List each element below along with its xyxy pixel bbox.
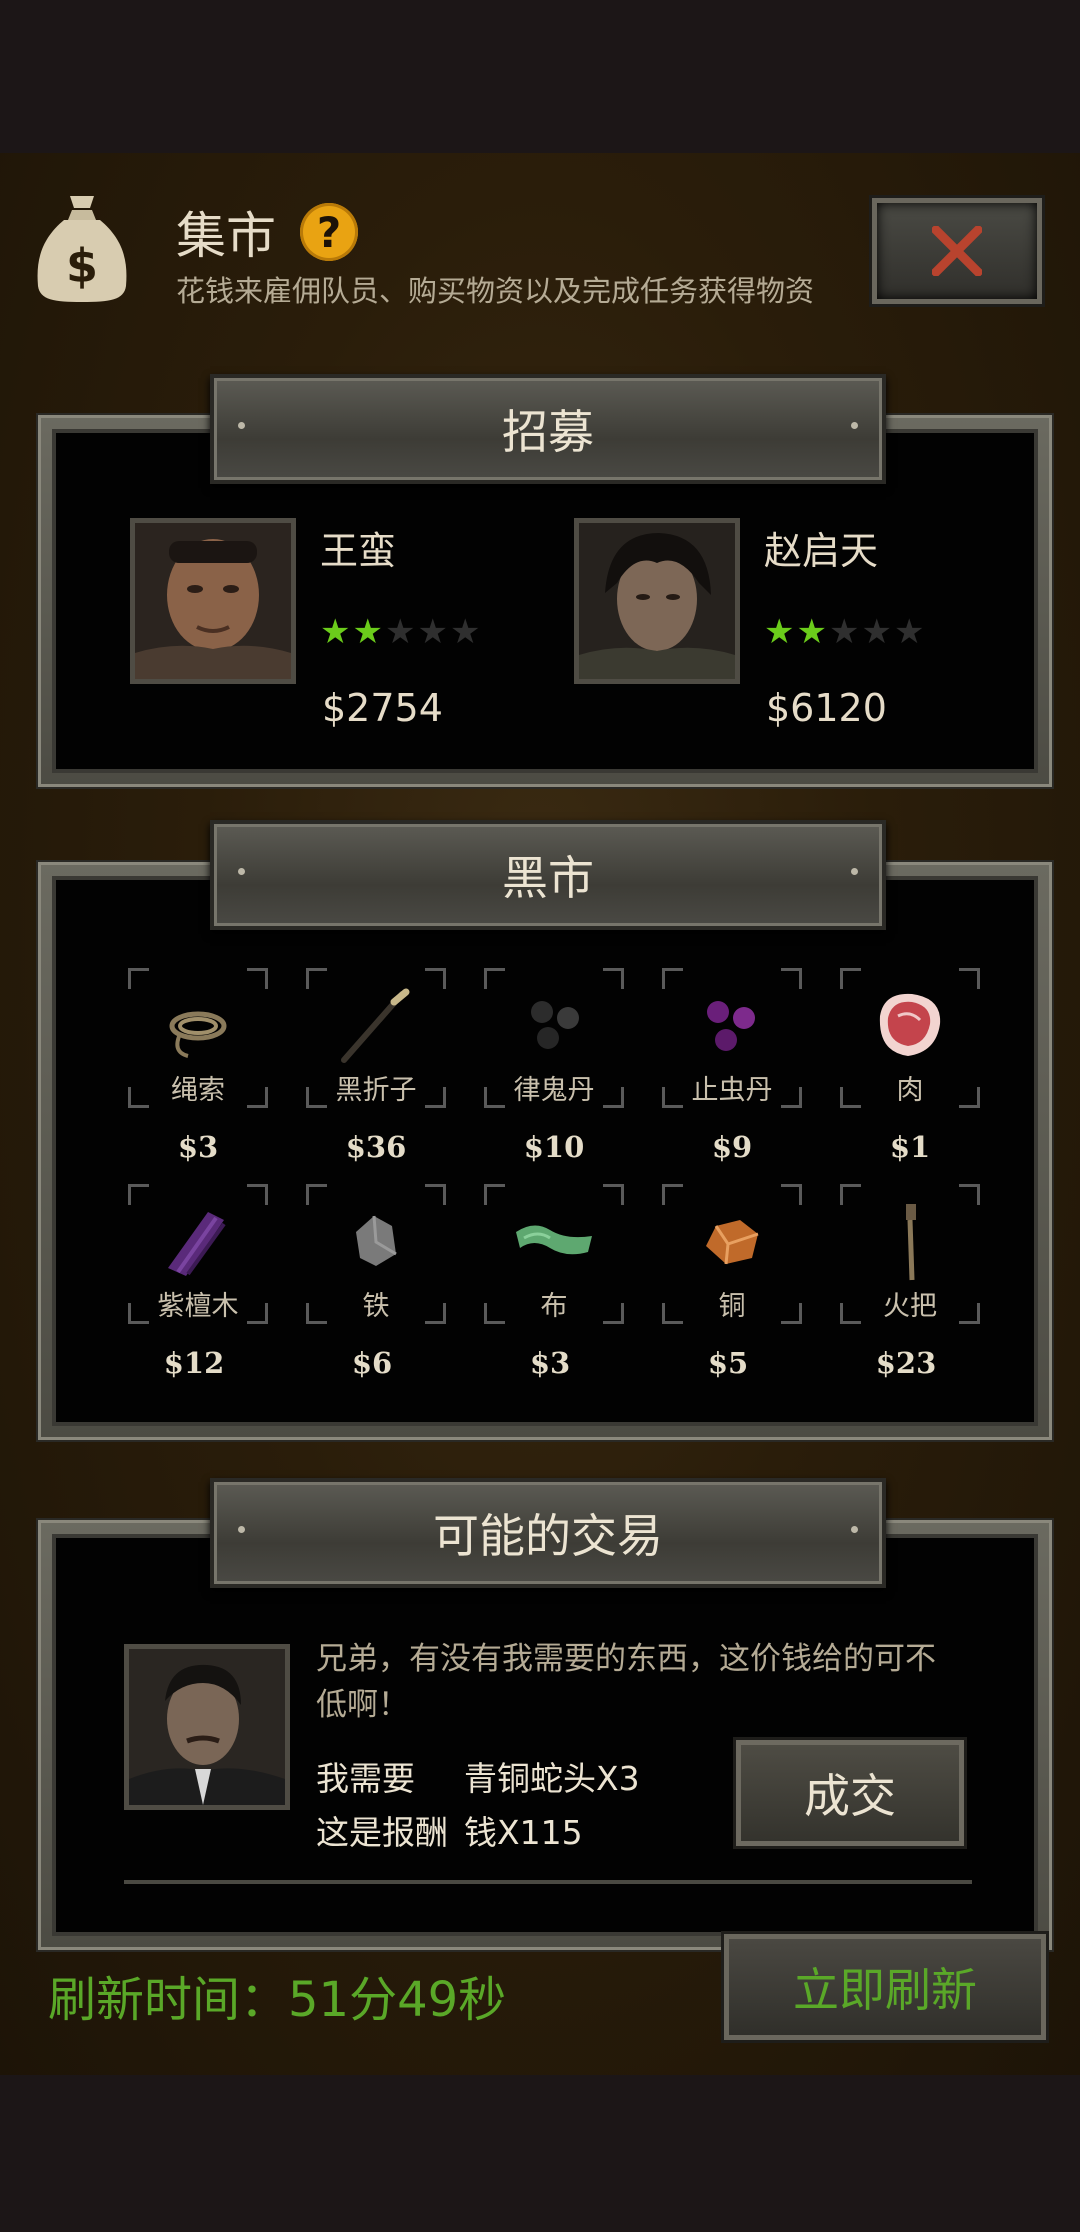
market-item-torch[interactable]: 火把 [840, 1184, 980, 1324]
item-price: $3 [529, 1346, 571, 1380]
recruit-price-1: $2754 [322, 686, 443, 730]
recruit-name-2: 赵启天 [764, 529, 879, 573]
item-price: $6 [351, 1346, 393, 1380]
item-price: $10 [523, 1130, 585, 1164]
page-title: 集市 [176, 207, 276, 265]
star-empty-icon: ★ [449, 612, 483, 652]
black-pills-icon [531, 1001, 579, 1049]
refresh-timer: 刷新时间：51分49秒 [48, 1972, 507, 2028]
item-name: 火把 [883, 1291, 937, 1322]
market-item-copper[interactable]: 铜 [662, 1184, 802, 1324]
recruit-face-2 [579, 523, 735, 679]
purple-wood-icon [168, 1212, 226, 1276]
deal-button[interactable]: 成交 [736, 1740, 964, 1846]
trade-section-title: 可能的交易 [210, 1478, 886, 1588]
torch-icon [906, 1204, 916, 1281]
svg-text:$: $ [66, 239, 98, 293]
trader-face [129, 1649, 285, 1805]
star-icon: ★ [352, 612, 385, 652]
need-value: 青铜蛇头X3 [464, 1759, 640, 1798]
item-name: 布 [540, 1291, 568, 1322]
recruit-stars-1: ★★★★★ [320, 612, 482, 652]
star-icon: ★ [796, 612, 829, 652]
recruit-price-2: $6120 [766, 686, 887, 730]
item-name: 律鬼丹 [513, 1075, 595, 1106]
help-icon[interactable]: ? [300, 203, 358, 261]
top-status-area [0, 0, 1080, 153]
star-empty-icon: ★ [384, 612, 418, 652]
item-name: 黑折子 [335, 1075, 417, 1106]
item-price: $23 [875, 1346, 937, 1380]
close-icon [932, 226, 982, 276]
item-name: 绳索 [171, 1075, 225, 1106]
item-name: 铁 [362, 1291, 390, 1322]
copper-ore-icon [706, 1220, 759, 1265]
page-subtitle: 花钱来雇佣队员、购买物资以及完成任务获得物资 [176, 274, 815, 308]
money-bag-icon: $ [37, 196, 127, 302]
fire-stick-icon [341, 988, 410, 1063]
item-name: 铜 [718, 1291, 746, 1322]
item-price: $9 [711, 1130, 753, 1164]
item-name: 肉 [896, 1075, 924, 1106]
reward-value: 钱X115 [464, 1813, 583, 1852]
recruit-stars-2: ★★★★★ [764, 612, 926, 652]
star-empty-icon: ★ [893, 612, 927, 652]
market-item-black-pills[interactable]: 律鬼丹 [484, 968, 624, 1108]
trader-message: 兄弟，有没有我需要的东西，这价钱给的可不低啊！ [316, 1641, 936, 1723]
trader-portrait [124, 1644, 290, 1810]
star-empty-icon: ★ [861, 612, 894, 652]
rope-icon [169, 1011, 227, 1058]
bottom-area [0, 2075, 1080, 2232]
item-name: 紫檀木 [157, 1291, 239, 1322]
market-item-cloth[interactable]: 布 [484, 1184, 624, 1324]
item-name: 止虫丹 [691, 1075, 773, 1106]
item-price: $36 [345, 1130, 407, 1164]
star-empty-icon: ★ [417, 612, 450, 652]
refresh-now-button[interactable]: 立即刷新 [724, 1934, 1046, 2040]
cloth-icon [516, 1225, 592, 1255]
market-item-meat[interactable]: 肉 [840, 968, 980, 1108]
item-price: $3 [177, 1130, 219, 1164]
market-item-purple-wood[interactable]: 紫檀木 [128, 1184, 268, 1324]
item-price: $12 [163, 1346, 225, 1380]
reward-label: 这是报酬 [316, 1813, 448, 1852]
black-market-section-title: 黑市 [210, 820, 886, 930]
market-item-purple-pills[interactable]: 止虫丹 [662, 968, 802, 1108]
market-item-iron[interactable]: 铁 [306, 1184, 446, 1324]
item-price: $1 [889, 1130, 931, 1164]
recruit-section-title: 招募 [210, 374, 886, 484]
market-item-rope[interactable]: 绳索 [128, 968, 268, 1108]
star-icon: ★ [764, 612, 797, 652]
close-button[interactable] [872, 198, 1042, 304]
recruit-name-1: 王蛮 [320, 529, 397, 573]
star-icon: ★ [320, 612, 353, 652]
recruit-portrait-2[interactable] [574, 518, 740, 684]
recruit-face-1 [135, 523, 291, 679]
market-item-fire-stick[interactable]: 黑折子 [306, 968, 446, 1108]
iron-ore-icon [356, 1215, 397, 1266]
meat-icon [879, 993, 941, 1056]
purple-pills-icon [707, 1001, 755, 1051]
item-price: $5 [707, 1346, 749, 1380]
need-label: 我需要 [316, 1759, 415, 1798]
divider [124, 1880, 972, 1884]
recruit-portrait-1[interactable] [130, 518, 296, 684]
star-empty-icon: ★ [828, 612, 862, 652]
